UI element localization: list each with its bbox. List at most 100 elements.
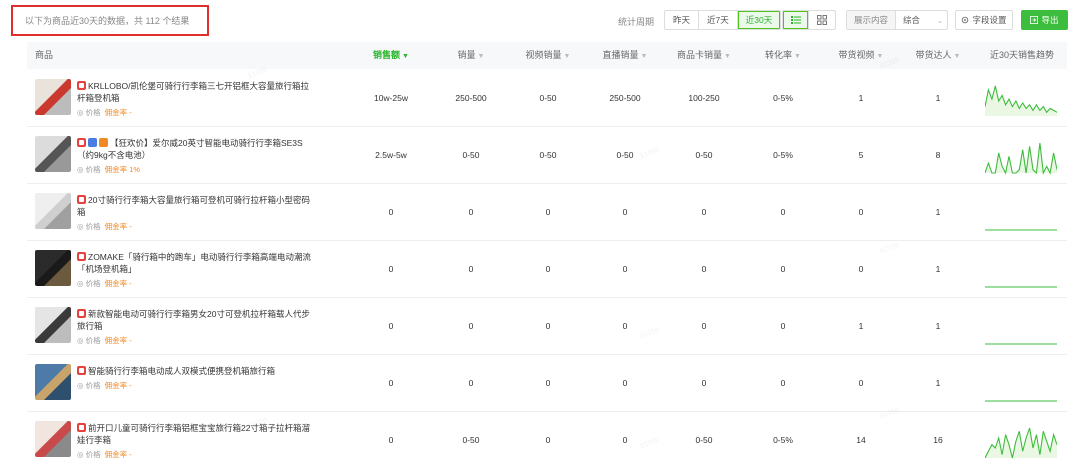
product-thumbnail[interactable]	[35, 193, 71, 229]
cell-live-sales: 0	[622, 207, 628, 217]
cell-sales: 0	[468, 378, 474, 388]
field-settings-button[interactable]: 字段设置	[955, 10, 1013, 30]
cell-card-sales: 0	[701, 264, 707, 274]
product-thumbnail[interactable]	[35, 136, 71, 172]
cell-live-sales: 0	[622, 264, 628, 274]
cell-card-sales: 0	[701, 207, 707, 217]
platform-icon	[77, 252, 86, 261]
display-content-select[interactable]: 展示内容 综合 ⌄	[846, 10, 948, 30]
product-title-text: 智能骑行行李箱电动成人双模式便携登机箱旅行箱	[88, 366, 276, 376]
column-header-conversion[interactable]: 转化率 ▼	[749, 42, 817, 69]
cell-conversion: 0-5%	[773, 93, 793, 103]
product-title[interactable]: 【狂欢价】爱尔威20英寸智能电动骑行行李箱SE3S（约9kg不含电池）	[77, 137, 312, 161]
export-button[interactable]: 导出	[1021, 10, 1068, 30]
price-label: 价格	[85, 165, 101, 174]
product-thumbnail[interactable]	[35, 250, 71, 286]
view-mode-selector	[782, 10, 836, 30]
cell-card-sales: 0-50	[695, 150, 713, 160]
cell-conversion: 0	[780, 321, 786, 331]
product-thumbnail[interactable]	[35, 421, 71, 457]
table-row[interactable]: 前开口儿童可骑行行李箱铝框宝宝旅行箱22寸箱子拉杆箱溜娃行李箱 ◎ 价格 佣金率 -…	[27, 412, 1067, 461]
table-row[interactable]: 【狂欢价】爱尔威20英寸智能电动骑行行李箱SE3S（约9kg不含电池） ◎ 价格佣…	[27, 127, 1067, 184]
column-header-videos[interactable]: 带货视频 ▼	[827, 42, 895, 69]
cell-conversion: 0-5%	[773, 435, 793, 445]
cell-sales: 0	[468, 321, 474, 331]
promo-badge-icon	[99, 138, 108, 147]
sales-trend-sparkline	[985, 400, 1057, 402]
sort-icon: ▼	[477, 53, 485, 60]
price-label: 价格	[85, 381, 101, 390]
cell-live-sales: 0	[622, 378, 628, 388]
price-label: 价格	[85, 336, 101, 345]
platform-icon	[77, 81, 86, 90]
period-option-yesterday[interactable]: 昨天	[665, 11, 700, 29]
column-header-live-sales[interactable]: 直播销量 ▼	[591, 42, 659, 69]
cell-conversion: 0	[780, 207, 786, 217]
product-thumbnail[interactable]	[35, 364, 71, 400]
product-meta: ◎ 价格 佣金率 -	[77, 335, 132, 346]
field-settings-label: 字段设置	[972, 15, 1007, 25]
price-icon: ◎	[77, 222, 84, 231]
period-option-30days[interactable]: 近30天	[737, 11, 781, 29]
table-row[interactable]: 智能骑行行李箱电动成人双模式便携登机箱旅行箱 ◎ 价格 佣金率 - 0 0 0 0 0 0 0 1	[27, 355, 1067, 412]
column-header-card-sales[interactable]: 商品卡销量 ▼	[668, 42, 740, 69]
price-icon: ◎	[77, 450, 84, 459]
sort-icon: ▼	[794, 53, 801, 60]
product-title[interactable]: KRLLOBO/凯伦堡可骑行行李箱三七开铝框大容量旅行箱拉杆箱登机箱	[77, 80, 312, 104]
cell-conversion: 0	[780, 264, 786, 274]
cell-sales-amount: 0	[388, 207, 394, 217]
gear-icon	[962, 16, 969, 24]
column-header-creators[interactable]: 带货达人 ▼	[904, 42, 972, 69]
period-label: 统计周期	[618, 17, 655, 27]
table-row[interactable]: KRLLOBO/凯伦堡可骑行行李箱三七开铝框大容量旅行箱拉杆箱登机箱 ◎ 价格 佣金…	[27, 70, 1067, 127]
sort-desc-icon: ▼	[402, 53, 409, 60]
table-row[interactable]: ZOMAKE「骑行箱中的跑车」电动骑行行李箱高端电动潮流「机场登机箱」 ◎ 价格佣…	[27, 241, 1067, 298]
cell-video-sales: 0-50	[539, 93, 557, 103]
cell-live-sales: 0	[622, 435, 628, 445]
product-title[interactable]: 前开口儿童可骑行行李箱铝框宝宝旅行箱22寸箱子拉杆箱溜娃行李箱	[77, 422, 312, 446]
sales-trend-sparkline	[985, 343, 1057, 345]
commission-label: 佣金率 1%	[104, 165, 141, 174]
platform-icon	[77, 423, 86, 432]
column-header-sales[interactable]: 销量 ▼	[437, 42, 505, 69]
platform-icon	[77, 195, 86, 204]
table-row[interactable]: 20寸骑行行李箱大容量旅行箱可登机可骑行拉杆箱小型密码箱 ◎ 价格 佣金率 - 0 0 0…	[27, 184, 1067, 241]
product-thumbnail[interactable]	[35, 79, 71, 115]
product-title[interactable]: 20寸骑行行李箱大容量旅行箱可登机可骑行拉杆箱小型密码箱	[77, 194, 312, 218]
cell-creators: 16	[933, 435, 943, 445]
cell-conversion: 0	[780, 378, 786, 388]
cell-card-sales: 100-250	[688, 93, 720, 103]
product-meta: ◎ 价格 佣金率 -	[77, 107, 132, 118]
chevron-down-icon: ⌄	[936, 15, 944, 25]
cell-conversion: 0-5%	[773, 150, 793, 160]
toolbar: 以下为商品近30天的数据，共 112 个结果 统计周期 昨天 近7天 近30天 …	[0, 0, 1080, 40]
cell-live-sales: 0-50	[616, 150, 634, 160]
product-meta: ◎ 价格 佣金率 -	[77, 380, 132, 391]
grid-view-icon	[817, 15, 827, 25]
cell-videos: 0	[858, 378, 864, 388]
cell-creators: 1	[935, 264, 941, 274]
cell-sales: 0	[468, 207, 474, 217]
column-header-video-sales[interactable]: 视频销量 ▼	[514, 42, 582, 69]
grid-view-button[interactable]	[809, 11, 835, 29]
period-option-7days[interactable]: 近7天	[699, 11, 738, 29]
list-view-button[interactable]	[783, 11, 809, 29]
cell-videos: 5	[858, 150, 864, 160]
product-title-text: 20寸骑行行李箱大容量旅行箱可登机可骑行拉杆箱小型密码箱	[77, 195, 310, 217]
cell-video-sales: 0-50	[539, 150, 557, 160]
product-title[interactable]: 新款智能电动可骑行行李箱男女20寸可登机拉杆箱载人代步旅行箱	[77, 308, 312, 332]
sort-icon: ▼	[953, 53, 961, 60]
column-header-sales-amount[interactable]: 销售额 ▼	[357, 42, 425, 69]
product-title[interactable]: ZOMAKE「骑行箱中的跑车」电动骑行行李箱高端电动潮流「机场登机箱」	[77, 251, 312, 275]
table-row[interactable]: 新款智能电动可骑行行李箱男女20寸可登机拉杆箱载人代步旅行箱 ◎ 价格 佣金率 - 0…	[27, 298, 1067, 355]
cell-sales: 0	[468, 264, 474, 274]
product-title[interactable]: 智能骑行行李箱电动成人双模式便携登机箱旅行箱	[77, 365, 312, 377]
price-icon: ◎	[77, 381, 84, 390]
sales-trend-sparkline	[985, 85, 1057, 116]
cell-videos: 1	[858, 321, 864, 331]
product-thumbnail[interactable]	[35, 307, 71, 343]
display-content-value: 综合	[903, 15, 921, 25]
period-selector: 昨天 近7天 近30天	[664, 10, 782, 30]
sales-trend-sparkline	[985, 229, 1057, 231]
cell-sales: 250-500	[455, 93, 487, 103]
